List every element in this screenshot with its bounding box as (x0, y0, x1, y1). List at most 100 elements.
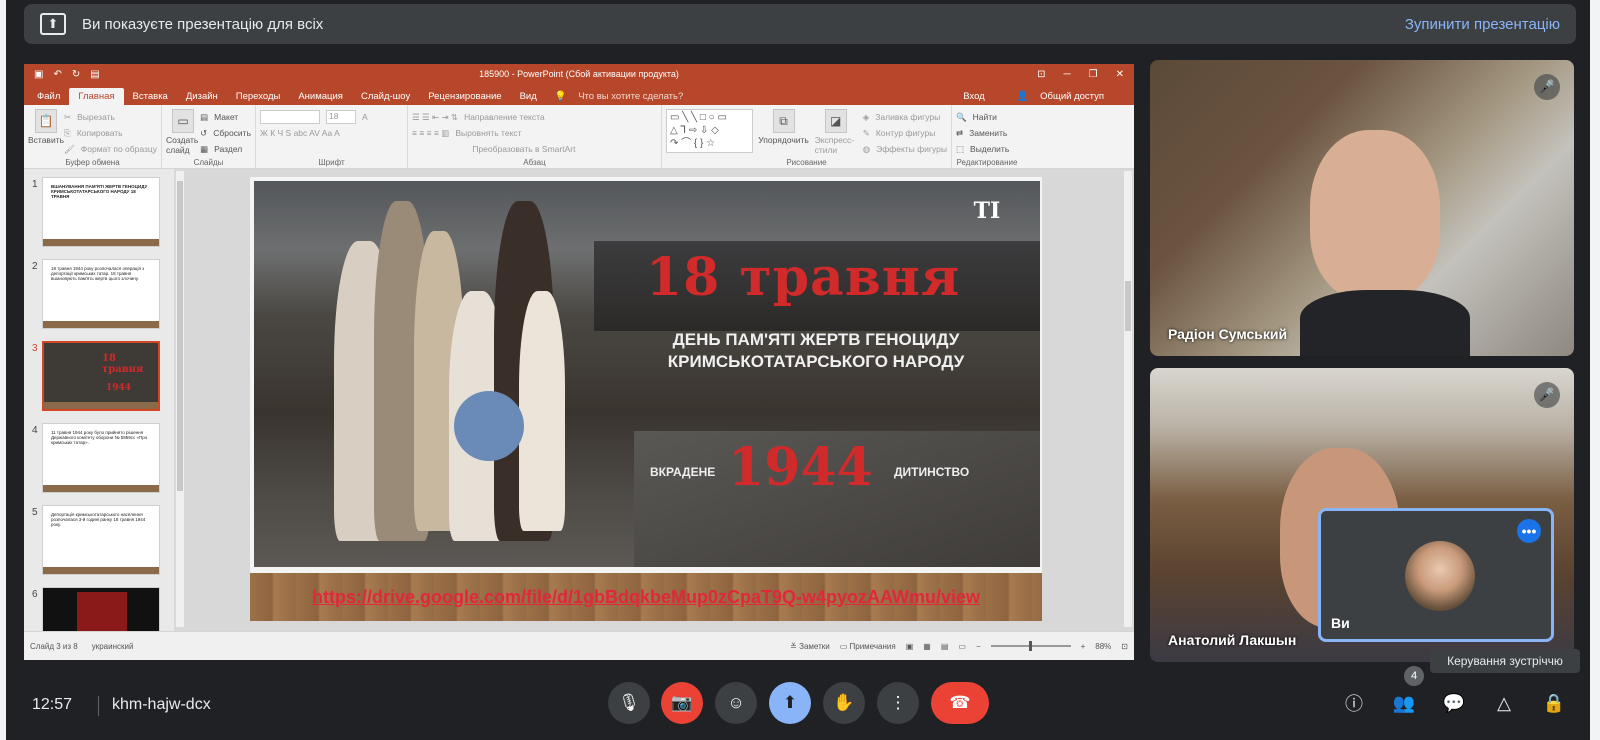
more-options-icon[interactable]: ••• (1517, 519, 1541, 543)
meeting-details-button[interactable]: ⓘ (1339, 688, 1369, 718)
group-label-clipboard: Буфер обмена (65, 158, 120, 167)
ribbon-options-icon[interactable]: ⊡ (1037, 69, 1045, 80)
reset-button[interactable]: ↺ Сбросить (200, 125, 251, 141)
shapes-gallery[interactable]: ▭ ╲ ╲ □ ○ ▭ △ ⅂ ⇨ ⇩ ◇ ↷ ⌒ { } ☆ (666, 109, 753, 153)
redo-icon[interactable]: ↻ (72, 69, 80, 80)
font-name-input[interactable] (260, 110, 320, 124)
tab-file[interactable]: Файл (28, 88, 69, 105)
font-style-buttons[interactable]: Ж К Ч S abc AV Aa A (260, 125, 403, 141)
replace-label: Заменить (969, 128, 1008, 138)
ribbon: 📋 Вставить ✂ Вырезать ⎘ Копировать 🖌 Форм… (24, 105, 1134, 169)
find-label: Найти (972, 112, 997, 122)
list-buttons[interactable]: ☰ ☰ ⇤ ⇥ ⇅ Направление текста (412, 109, 657, 125)
quick-styles-label: Экспресс-стили (814, 135, 855, 155)
copy-button[interactable]: ⎘ Копировать (64, 125, 157, 141)
slideshow-view-icon[interactable]: ▭ (958, 642, 966, 651)
cut-button[interactable]: ✂ Вырезать (64, 109, 157, 125)
more-options-button[interactable]: ⋮ (877, 682, 919, 724)
thumbnails-scrollbar[interactable] (176, 171, 184, 627)
arrange-button[interactable]: ⧉ Упорядочить (758, 109, 809, 157)
align-buttons[interactable]: ≡ ≡ ≡ ≡ ▥ Выровнять текст (412, 125, 657, 141)
ppt-statusbar: Слайд 3 из 8 украинский ≚ Заметки ▭ Прим… (24, 631, 1134, 660)
slide-wood-footer: https://drive.google.com/file/d/1gbBdqkb… (250, 573, 1042, 621)
quick-styles-button[interactable]: ◪ Экспресс-стили (815, 109, 857, 157)
tab-view[interactable]: Вид (511, 88, 546, 105)
people-button[interactable]: 👥 (1389, 688, 1419, 718)
presenting-banner: ⬆ Ви показуєте презентацію для всіх Зупи… (24, 4, 1576, 44)
zoom-out-icon[interactable]: − (976, 642, 981, 651)
mic-button[interactable]: 🎙 (608, 682, 650, 724)
section-button[interactable]: ▦ Раздел (200, 141, 251, 157)
maximize-icon[interactable]: ❐ (1089, 69, 1098, 80)
scrollbar-thumb[interactable] (177, 181, 183, 491)
zoom-in-icon[interactable]: + (1081, 642, 1086, 651)
slide-logo: ТΙ (973, 198, 1001, 224)
tab-insert[interactable]: Вставка (124, 88, 177, 105)
stop-presenting-button[interactable]: Зупинити презентацію (1405, 16, 1560, 33)
participant-shirt (1300, 290, 1470, 356)
tab-animation[interactable]: Анимация (289, 88, 352, 105)
group-label-slides: Слайды (193, 158, 224, 167)
undo-icon[interactable]: ↶ (53, 69, 61, 80)
tab-review[interactable]: Рецензирование (419, 88, 510, 105)
slide-canvas[interactable]: ТΙ 18 травня ДЕНЬ ПАМ'ЯТІ ЖЕРТВ ГЕНОЦИДУ… (250, 177, 1042, 621)
tab-transitions[interactable]: Переходы (227, 88, 290, 105)
close-icon[interactable]: ✕ (1116, 69, 1124, 80)
login-link[interactable]: Вход (954, 88, 994, 105)
thumbnail-image: 11 травня 1944 року було прийнято рішенн… (42, 423, 160, 493)
arrange-label: Упорядочить (758, 135, 809, 145)
group-editing: 🔍 Найти ⇄ Заменить ⬚ Выделить Редактиров… (952, 105, 1022, 168)
drive-link[interactable]: https://drive.google.com/file/d/1gbBdqkb… (312, 587, 980, 608)
normal-view-icon[interactable]: ▣ (906, 642, 914, 651)
sorter-view-icon[interactable]: ▦ (923, 642, 931, 651)
raise-hand-button[interactable]: ✋ (823, 682, 865, 724)
chat-button[interactable]: 💬 (1439, 688, 1469, 718)
layout-button[interactable]: ▤ Макет (200, 109, 251, 125)
thumbnail-image: ВШАНУВАННЯ ПАМ'ЯТІ ЖЕРТВ ГЕНОЦИДУ КРИМСЬ… (42, 177, 160, 247)
find-button[interactable]: 🔍 Найти (956, 109, 1018, 125)
leave-call-button[interactable]: ☎ (931, 682, 989, 724)
paste-button[interactable]: 📋 Вставить (28, 109, 64, 157)
reading-view-icon[interactable]: ▤ (941, 642, 949, 651)
self-view-tile[interactable]: ••• Ви (1318, 508, 1554, 642)
tab-design[interactable]: Дизайн (177, 88, 227, 105)
slideshow-start-icon[interactable]: ▤ (90, 69, 99, 80)
layout-label: Макет (214, 112, 239, 122)
smartart-button[interactable]: Преобразовать в SmartArt (412, 141, 657, 157)
new-slide-button[interactable]: ▭ Создать слайд (166, 109, 200, 157)
host-controls-button[interactable]: 🔒 (1539, 688, 1569, 718)
left-edge (0, 0, 6, 740)
shape-outline-button[interactable]: ✎ Контур фигуры (863, 125, 947, 141)
zoom-slider[interactable] (990, 641, 1071, 651)
self-label: Ви (1331, 615, 1350, 631)
fit-slide-icon[interactable]: ⊡ (1121, 642, 1128, 651)
shape-fill-button[interactable]: ◈ Заливка фигуры (863, 109, 947, 125)
reactions-button[interactable]: ☺ (715, 682, 757, 724)
save-icon[interactable]: ▣ (34, 69, 43, 80)
camera-off-button[interactable]: 📷 (661, 682, 703, 724)
share-button[interactable]: 👤 Общий доступ (1008, 88, 1122, 105)
tab-slideshow[interactable]: Слайд-шоу (352, 88, 419, 105)
scrollbar-thumb[interactable] (1125, 281, 1131, 331)
tab-home[interactable]: Главная (69, 88, 124, 105)
format-painter-button[interactable]: 🖌 Формат по образцу (64, 141, 157, 157)
minimize-icon[interactable]: ─ (1064, 69, 1071, 80)
participant-tile[interactable]: 🎤 Радіон Сумський (1150, 60, 1574, 356)
font-grow-icon[interactable]: A (362, 112, 368, 122)
activities-button[interactable]: △ (1489, 688, 1519, 718)
zoom-slider-thumb[interactable] (1028, 641, 1032, 651)
comments-button[interactable]: ▭ Примечания (840, 642, 896, 651)
thumbnail-year: 1944 (106, 383, 132, 393)
present-button[interactable]: ⬆ (769, 682, 811, 724)
notes-button[interactable]: ≚ Заметки (790, 642, 830, 651)
slide-scrollbar[interactable] (1124, 171, 1132, 627)
shape-effects-button[interactable]: ◍ Эффекты фигуры (863, 141, 947, 157)
select-button[interactable]: ⬚ Выделить (956, 141, 1018, 157)
reset-label: Сбросить (213, 128, 251, 138)
font-size-input[interactable]: 18 (326, 110, 356, 124)
group-paragraph: ☰ ☰ ⇤ ⇥ ⇅ Направление текста ≡ ≡ ≡ ≡ ▥ В… (408, 105, 662, 168)
tell-me-search[interactable]: 💡 Что вы хотите сделать? (546, 88, 702, 105)
child-figure (519, 291, 565, 531)
ppt-titlebar: ▣ ↶ ↻ ▤ 185900 - PowerPoint (Сбой актива… (24, 64, 1134, 84)
replace-button[interactable]: ⇄ Заменить (956, 125, 1018, 141)
